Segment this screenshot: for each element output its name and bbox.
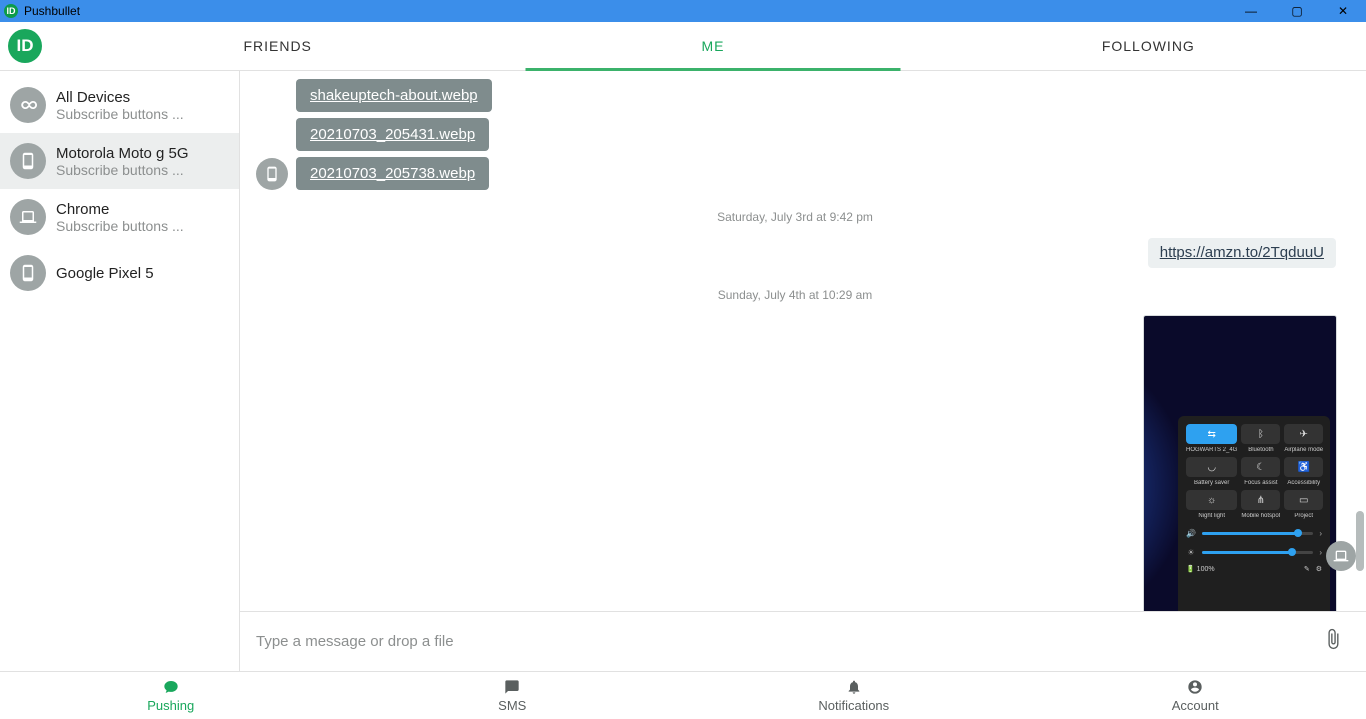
nav-account[interactable]: Account bbox=[1025, 672, 1366, 719]
nav-label: Account bbox=[1172, 698, 1219, 713]
composer bbox=[240, 611, 1366, 671]
nav-label: Notifications bbox=[818, 698, 889, 713]
file-link[interactable]: shakeuptech-about.webp bbox=[296, 79, 492, 112]
tab-me-label: ME bbox=[701, 38, 724, 54]
logo-icon[interactable]: ID bbox=[8, 29, 42, 63]
sidebar-item-all-devices[interactable]: All Devices Subscribe buttons ... bbox=[0, 77, 239, 133]
scrollbar-thumb[interactable] bbox=[1356, 511, 1364, 571]
tab-friends[interactable]: FRIENDS bbox=[60, 22, 495, 70]
message-input[interactable] bbox=[256, 633, 1318, 650]
device-sub: Subscribe buttons ... bbox=[56, 106, 184, 122]
top-tabs: ID FRIENDS ME FOLLOWING bbox=[0, 22, 1366, 71]
tab-me[interactable]: ME bbox=[495, 22, 930, 70]
account-icon bbox=[1187, 679, 1203, 698]
file-message[interactable]: shakeuptech-about.webp bbox=[254, 79, 1336, 112]
attach-button[interactable] bbox=[1318, 628, 1348, 656]
sender-avatar-phone-icon bbox=[256, 158, 288, 190]
nav-sms[interactable]: SMS bbox=[342, 672, 684, 719]
device-sidebar: All Devices Subscribe buttons ... Motoro… bbox=[0, 71, 240, 671]
sms-icon bbox=[504, 679, 520, 698]
phone-icon bbox=[10, 255, 46, 291]
nav-label: SMS bbox=[498, 698, 526, 713]
device-sub: Subscribe buttons ... bbox=[56, 162, 189, 178]
laptop-icon bbox=[10, 199, 46, 235]
date-separator: Sunday, July 4th at 10:29 am bbox=[254, 288, 1336, 302]
app-icon: ID bbox=[4, 4, 18, 18]
close-button[interactable]: ✕ bbox=[1320, 0, 1366, 22]
minimize-button[interactable]: — bbox=[1228, 0, 1274, 22]
phone-icon bbox=[10, 143, 46, 179]
bottom-nav: Pushing SMS Notifications Account bbox=[0, 671, 1366, 719]
infinity-icon bbox=[10, 87, 46, 123]
device-name: Chrome bbox=[56, 201, 184, 218]
window-title: Pushbullet bbox=[24, 4, 80, 18]
titlebar: ID Pushbullet — ▢ ✕ bbox=[0, 0, 1366, 22]
battery-text: 100% bbox=[1197, 566, 1215, 573]
file-link[interactable]: 20210703_205431.webp bbox=[296, 118, 489, 151]
maximize-button[interactable]: ▢ bbox=[1274, 0, 1320, 22]
nav-pushing[interactable]: Pushing bbox=[0, 672, 342, 719]
tab-friends-label: FRIENDS bbox=[243, 38, 311, 54]
device-name: Google Pixel 5 bbox=[56, 265, 154, 282]
device-sub: Subscribe buttons ... bbox=[56, 218, 184, 234]
file-link[interactable]: 20210703_205738.webp bbox=[296, 157, 489, 190]
bell-icon bbox=[846, 679, 862, 698]
date-separator: Saturday, July 3rd at 9:42 pm bbox=[254, 210, 1336, 224]
image-message[interactable]: ⇆HOGWARTS 2_4GᛒBluetooth✈Airplane mode◡B… bbox=[254, 316, 1336, 611]
pushed-link[interactable]: https://amzn.to/2TqduuU bbox=[1160, 244, 1324, 261]
chat-area: shakeuptech-about.webp 20210703_205431.w… bbox=[240, 71, 1366, 671]
chat-bubble-icon bbox=[163, 679, 179, 698]
target-device-badge[interactable] bbox=[1326, 541, 1356, 571]
nav-notifications[interactable]: Notifications bbox=[683, 672, 1025, 719]
sidebar-item-chrome[interactable]: Chrome Subscribe buttons ... bbox=[0, 189, 239, 245]
sidebar-item-pixel[interactable]: Google Pixel 5 bbox=[0, 245, 239, 301]
device-name: Motorola Moto g 5G bbox=[56, 145, 189, 162]
sidebar-item-motorola[interactable]: Motorola Moto g 5G Subscribe buttons ... bbox=[0, 133, 239, 189]
file-message[interactable]: 20210703_205431.webp bbox=[254, 118, 1336, 151]
file-message[interactable]: 20210703_205738.webp bbox=[254, 157, 1336, 190]
nav-label: Pushing bbox=[147, 698, 194, 713]
link-message[interactable]: https://amzn.to/2TqduuU bbox=[254, 238, 1336, 268]
tab-following[interactable]: FOLLOWING bbox=[931, 22, 1366, 70]
device-name: All Devices bbox=[56, 89, 184, 106]
tab-following-label: FOLLOWING bbox=[1102, 38, 1195, 54]
screenshot-thumbnail[interactable]: ⇆HOGWARTS 2_4GᛒBluetooth✈Airplane mode◡B… bbox=[1144, 316, 1336, 611]
